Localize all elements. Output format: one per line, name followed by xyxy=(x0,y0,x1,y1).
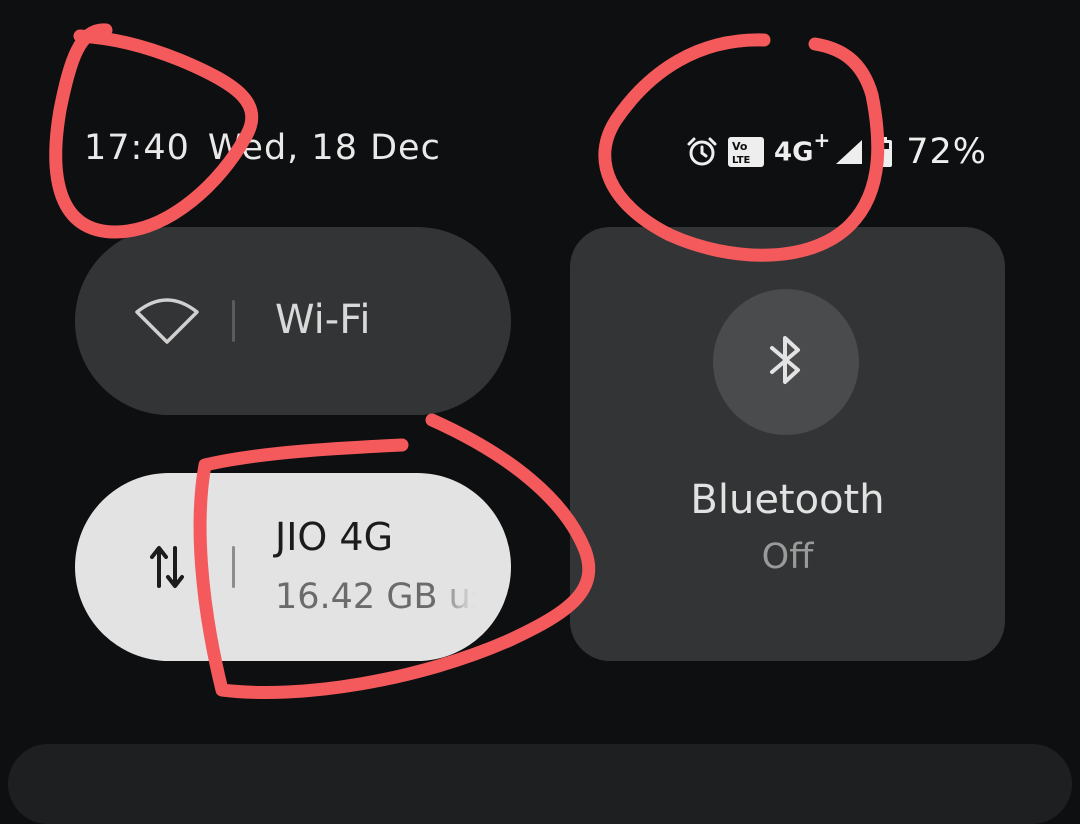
wifi-tile[interactable]: Wi-Fi xyxy=(75,227,511,415)
status-bar-datetime: 17:40 Wed, 18 Dec xyxy=(84,128,441,168)
wifi-icon[interactable] xyxy=(135,289,199,353)
bottom-panel xyxy=(8,744,1072,824)
volte-top-text: Vo xyxy=(732,140,748,153)
alarm-icon xyxy=(686,136,718,168)
wifi-label: Wi-Fi xyxy=(275,297,371,343)
volte-icon: Vo LTE xyxy=(728,137,764,167)
network-plus: + xyxy=(813,128,831,153)
bluetooth-title: Bluetooth xyxy=(690,477,885,523)
bluetooth-tile[interactable]: Bluetooth Off xyxy=(570,227,1005,661)
battery-icon xyxy=(874,137,893,167)
status-time: 17:40 xyxy=(84,128,190,168)
bluetooth-status: Off xyxy=(761,537,814,577)
volte-bottom-text: LTE xyxy=(732,155,751,166)
status-date: Wed, 18 Dec xyxy=(207,128,441,168)
mobile-data-title: JIO 4G xyxy=(275,515,394,559)
network-type: 4G+ xyxy=(774,128,830,168)
bluetooth-toggle[interactable] xyxy=(713,289,859,435)
bluetooth-icon xyxy=(766,332,806,392)
mobile-data-tile[interactable]: JIO 4G 16.42 GB used xyxy=(75,473,511,661)
status-icons: Vo LTE 4G+ 72% xyxy=(686,128,987,176)
tile-divider xyxy=(232,546,235,588)
battery-percent: 72% xyxy=(906,132,987,172)
mobile-data-usage: 16.42 GB used xyxy=(275,577,475,617)
tile-divider xyxy=(232,300,235,342)
mobile-data-arrows-icon[interactable] xyxy=(135,535,199,599)
signal-icon xyxy=(834,138,864,166)
network-type-label: 4G xyxy=(774,137,814,168)
